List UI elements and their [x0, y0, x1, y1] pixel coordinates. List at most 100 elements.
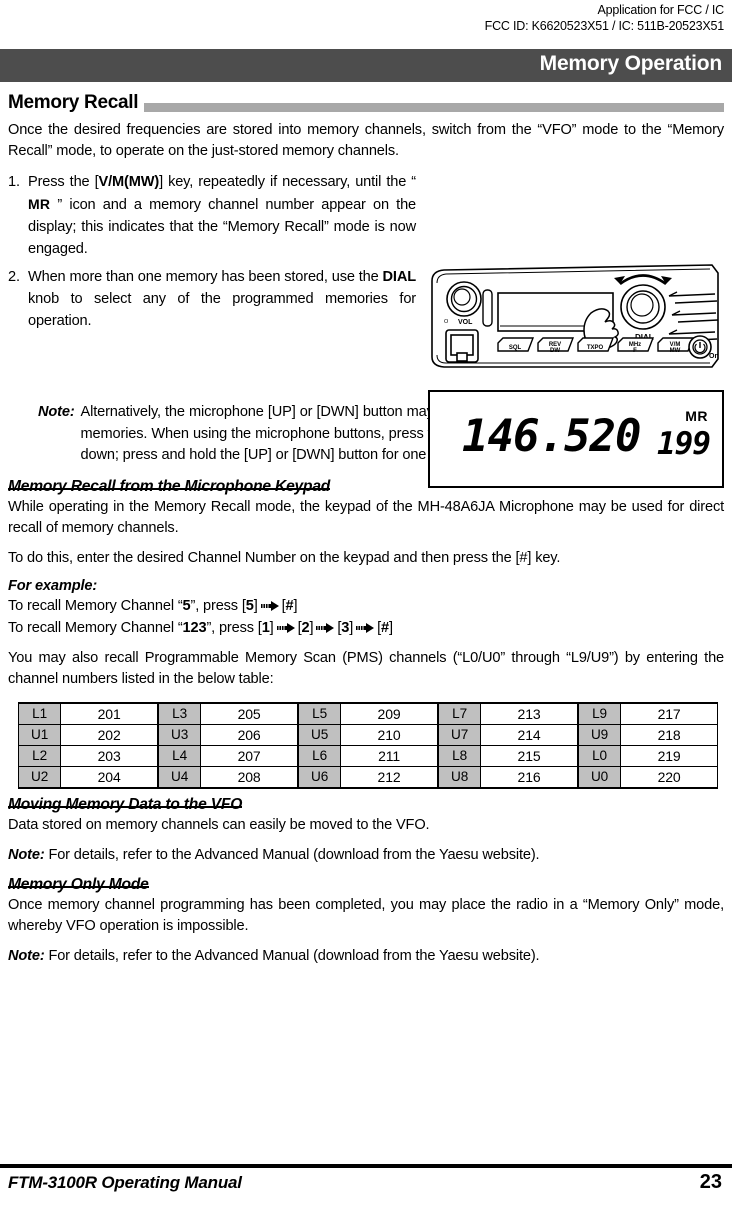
moving-memory-paragraph: Data stored on memory channels can easil… [8, 816, 430, 833]
note-label: Note: [8, 947, 45, 964]
pms-value-cell: 214 [480, 723, 579, 746]
example-line-2: To recall Memory Channel “123”, press [1… [8, 619, 393, 636]
numbered-steps: 1. Press the [V/M(MW)] key, repeatedly i… [8, 171, 416, 332]
step-1-part1: Press the [ [28, 174, 99, 190]
example-2-channel: 123 [182, 619, 207, 636]
step-2: 2. When more than one memory has been st… [8, 266, 416, 332]
example-1-key-5: 5 [245, 597, 254, 614]
pms-label-cell: U6 [296, 765, 342, 788]
memory-recall-intro: Once the desired frequencies are stored … [8, 122, 724, 159]
example-2-key-hash: # [381, 619, 390, 636]
heading-rule [144, 103, 724, 112]
pms-label-cell: U3 [156, 723, 202, 746]
example-2-pre: To recall Memory Channel “ [8, 619, 183, 636]
lcd-mr-indicator: MR [685, 408, 708, 424]
pms-label-cell: U9 [576, 723, 622, 746]
manual-title: FTM-3100R Operating Manual [8, 1173, 242, 1192]
fcc-id-line: FCC ID: K6620523X51 / IC: 511B-20523X51 [484, 19, 725, 33]
pms-value-cell: 207 [200, 744, 299, 767]
lcd-channel-number: 199 [657, 426, 711, 462]
table-row: U2 204 U4 208 U6 212 U8 216 U0 220 [17, 765, 718, 788]
pms-value-cell: 218 [620, 723, 718, 746]
pms-value-cell: 215 [480, 744, 579, 767]
sql-button-label: SQL [509, 345, 522, 351]
page-footer: FTM-3100R Operating Manual 23 [8, 1171, 724, 1201]
table-row: L2 203 L4 207 L6 211 L8 215 L0 219 [17, 744, 718, 767]
pms-label-cell: L6 [296, 744, 342, 767]
step-1: 1. Press the [V/M(MW)] key, repeatedly i… [8, 171, 416, 260]
radio-front-panel-illustration: O VOL SQL REV DW TXPO MHz F V/M MW On [426, 263, 724, 375]
for-example-label: For example: [8, 577, 98, 594]
step-2-part2: knob to select any of the programmed mem… [28, 291, 416, 329]
note-label: Note: [38, 404, 75, 420]
step-2-number: 2. [8, 269, 20, 285]
memory-only-note: Note: For details, refer to the Advanced… [8, 946, 724, 967]
section-heading-label: Memory Recall [8, 92, 139, 113]
pms-label-cell: U8 [436, 765, 482, 788]
power-on-label: On [709, 353, 719, 360]
chapter-title: Memory Operation [539, 52, 723, 75]
pms-label-cell: U0 [576, 765, 622, 788]
dw-button-label: DW [550, 348, 560, 354]
pms-value-cell: 210 [340, 723, 439, 746]
pms-value-cell: 203 [60, 744, 159, 767]
pms-table-body: L1 201 L3 205 L5 209 L7 213 L9 217 U1 20… [17, 702, 718, 788]
pms-label-cell: L3 [156, 702, 202, 725]
pms-channel-table: L1 201 L3 205 L5 209 L7 213 L9 217 U1 20… [17, 701, 718, 789]
f-button-label: F [633, 348, 637, 354]
example-1-pre: To recall Memory Channel “ [8, 597, 183, 614]
pms-value-cell: 201 [60, 702, 159, 725]
example-1-key-hash: # [285, 597, 294, 614]
heading-row-moving: Moving Memory Data to the VFO [8, 795, 724, 815]
pms-label-cell: L2 [17, 744, 62, 767]
example-2-key-2: 2 [301, 619, 310, 636]
pms-label-cell: L9 [576, 702, 622, 725]
pms-value-cell: 220 [620, 765, 718, 788]
section-heading-memory-only: Memory Only Mode [8, 875, 149, 893]
note-label: Note: [8, 846, 45, 863]
svg-text:O: O [444, 319, 449, 325]
pms-label-cell: L4 [156, 744, 202, 767]
chapter-band: Memory Operation [0, 49, 732, 82]
lcd-display-figure: 146.520 MR 199 [428, 390, 724, 488]
pms-value-cell: 206 [200, 723, 299, 746]
pms-label-cell: L8 [436, 744, 482, 767]
example-line-1: To recall Memory Channel “5”, press [5][… [8, 597, 298, 614]
pms-value-cell: 208 [200, 765, 299, 788]
moving-memory-note: Note: For details, refer to the Advanced… [8, 845, 724, 866]
example-2-mid: ”, press [ [206, 619, 262, 636]
arrow-icon [316, 619, 335, 633]
mw-button-label: MW [670, 348, 681, 354]
note-text: For details, refer to the Advanced Manua… [48, 947, 540, 964]
keypad-paragraph-2: To do this, enter the desired Channel Nu… [8, 549, 561, 566]
pms-value-cell: 202 [60, 723, 159, 746]
lcd-frequency: 146.520 [462, 411, 641, 462]
step-2-part1: When more than one memory has been store… [28, 269, 383, 285]
footer-rule [0, 1164, 732, 1168]
keypad-paragraph-1: While operating in the Memory Recall mod… [8, 498, 724, 536]
pms-label-cell: U4 [156, 765, 202, 788]
memory-only-paragraph: Once memory channel programming has been… [8, 896, 724, 934]
pms-value-cell: 216 [480, 765, 579, 788]
example-2-key-1: 1 [261, 619, 270, 636]
section-heading-moving-memory: Moving Memory Data to the VFO [8, 795, 243, 813]
steps-and-artwork: 1. Press the [V/M(MW)] key, repeatedly i… [8, 171, 724, 488]
pms-label-cell: U1 [17, 723, 62, 746]
txpo-button-label: TXPO [587, 345, 604, 351]
pms-label-cell: L7 [436, 702, 482, 725]
pms-label-cell: L5 [296, 702, 342, 725]
fcc-application-header: Application for FCC / IC FCC ID: K662052… [484, 2, 725, 34]
mr-icon: MR [28, 196, 51, 212]
table-row: L1 201 L3 205 L5 209 L7 213 L9 217 [17, 702, 718, 725]
step-1-text: Press the [V/M(MW)] key, repeatedly if n… [28, 171, 416, 260]
pms-label-cell: U7 [436, 723, 482, 746]
pms-label-cell: L0 [576, 744, 622, 767]
pms-value-cell: 217 [620, 702, 718, 725]
pms-intro-paragraph: You may also recall Programmable Memory … [8, 649, 724, 687]
example-2-key-3: 3 [341, 619, 350, 636]
step-2-text: When more than one memory has been store… [28, 266, 416, 332]
note-text: For details, refer to the Advanced Manua… [48, 846, 540, 863]
arrow-icon [260, 597, 279, 611]
dial-knob-label: DIAL [382, 269, 417, 285]
pms-value-cell: 213 [480, 702, 579, 725]
